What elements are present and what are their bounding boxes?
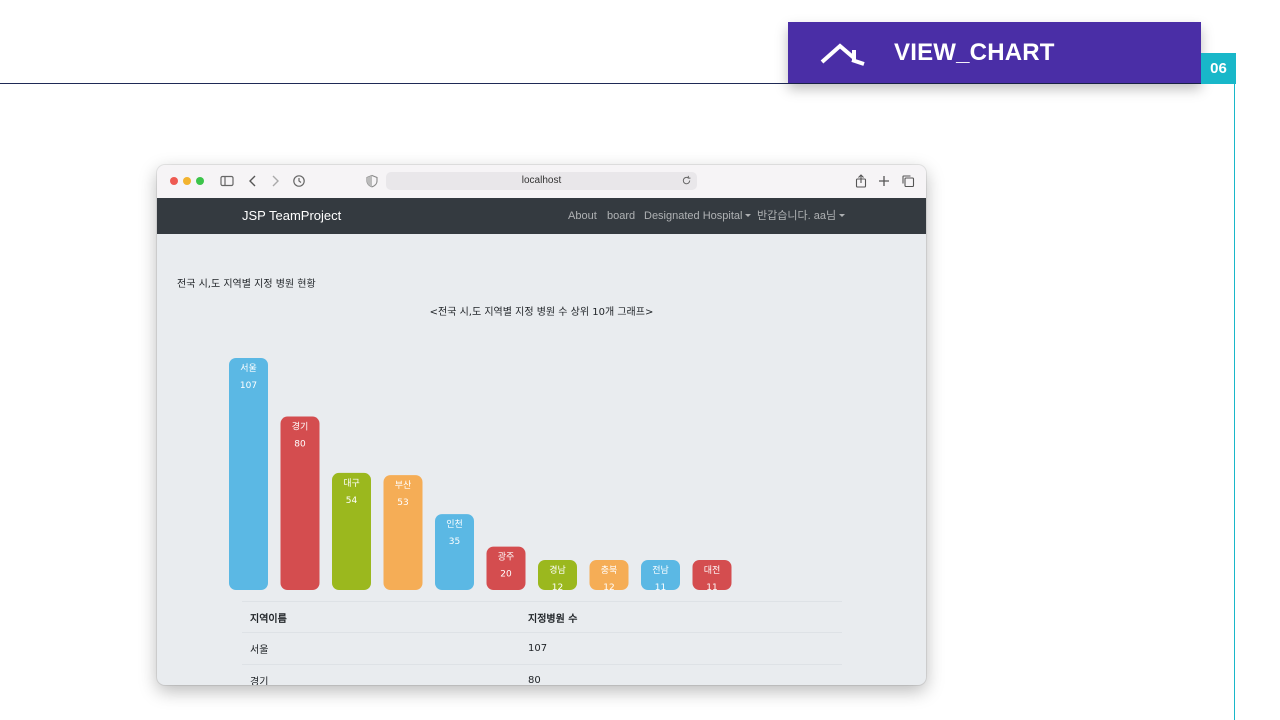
chart-bar [332,472,371,590]
bar-value-label: 35 [449,537,460,547]
forward-icon[interactable] [268,174,282,188]
tabs-icon[interactable] [901,174,915,188]
table-cell-region: 경기 [242,664,528,685]
url-text: localhost [521,175,562,186]
header-rule [0,83,1234,84]
bar-category-label: 인천 [446,519,463,530]
bar-category-label: 부산 [395,480,412,491]
side-rule [1234,83,1235,720]
main-content: 전국 시,도 지역별 지정 병원 현황 <전국 시,도 지역별 지정 병원 수 … [157,234,926,685]
table-cell-count: 107 [528,632,842,665]
chart-bar [229,358,268,590]
bar-value-label: 11 [655,583,666,593]
slide-title-banner: VIEW_CHART [788,22,1201,83]
navbar-brand[interactable]: JSP TeamProject [242,198,341,234]
bar-value-label: 54 [346,496,358,506]
bar-category-label: 전남 [652,565,669,576]
roof-icon [820,43,865,66]
table-cell-count: 80 [528,664,842,685]
slide-page-number: 06 [1201,53,1236,84]
bar-category-label: 대구 [343,478,360,489]
bar-value-label: 53 [397,498,408,508]
bar-value-label: 107 [240,381,257,391]
browser-toolbar: localhost [157,165,926,199]
column-header-region: 지역이름 [242,601,528,633]
bar-category-label: 경남 [549,564,566,576]
zoom-window-button[interactable] [196,177,204,185]
table-row: 경기 80 [242,664,842,685]
table-cell-region: 서울 [242,632,528,665]
browser-window: localhost JSP TeamProject About board De… [157,165,926,685]
bar-value-label: 11 [706,583,717,593]
table-header-row: 지역이름 지정병원 수 [242,601,842,633]
nav-board[interactable]: board [607,198,635,234]
chevron-down-icon [745,214,752,217]
nav-about[interactable]: About [568,198,597,234]
close-window-button[interactable] [170,177,178,185]
table-row: 서울 107 [242,632,842,665]
bar-category-label: 충북 [601,565,618,576]
bar-category-label: 대전 [704,565,721,576]
slide-title: VIEW_CHART [894,39,1055,66]
nav-designated-hospital-label: Designated Hospital [644,210,743,222]
reload-icon[interactable] [681,175,692,186]
nav-user-menu-label: 반갑습니다. aa님 [757,210,837,222]
history-icon[interactable] [292,174,306,188]
column-header-count: 지정병원 수 [528,601,842,633]
bar-value-label: 20 [500,570,512,580]
share-icon[interactable] [854,174,868,188]
chart-bar [383,475,423,590]
sidebar-icon[interactable] [220,174,234,188]
region-table: 지역이름 지정병원 수 서울 107 경기 80 [242,601,842,685]
bar-category-label: 광주 [498,551,515,563]
shield-icon[interactable] [365,174,379,188]
bar-value-label: 80 [294,440,306,450]
back-icon[interactable] [246,174,260,188]
nav-user-menu[interactable]: 반갑습니다. aa님 [757,198,846,234]
bar-category-label: 경기 [292,421,309,433]
bar-category-label: 서울 [240,363,257,374]
minimize-window-button[interactable] [183,177,191,185]
address-bar[interactable]: localhost [386,172,697,190]
new-tab-icon[interactable] [877,174,891,188]
bar-value-label: 12 [552,583,563,593]
bar-value-label: 12 [603,583,614,593]
nav-designated-hospital[interactable]: Designated Hospital [644,198,752,234]
chevron-down-icon [839,214,846,217]
site-navbar: JSP TeamProject About board Designated H… [157,198,926,234]
